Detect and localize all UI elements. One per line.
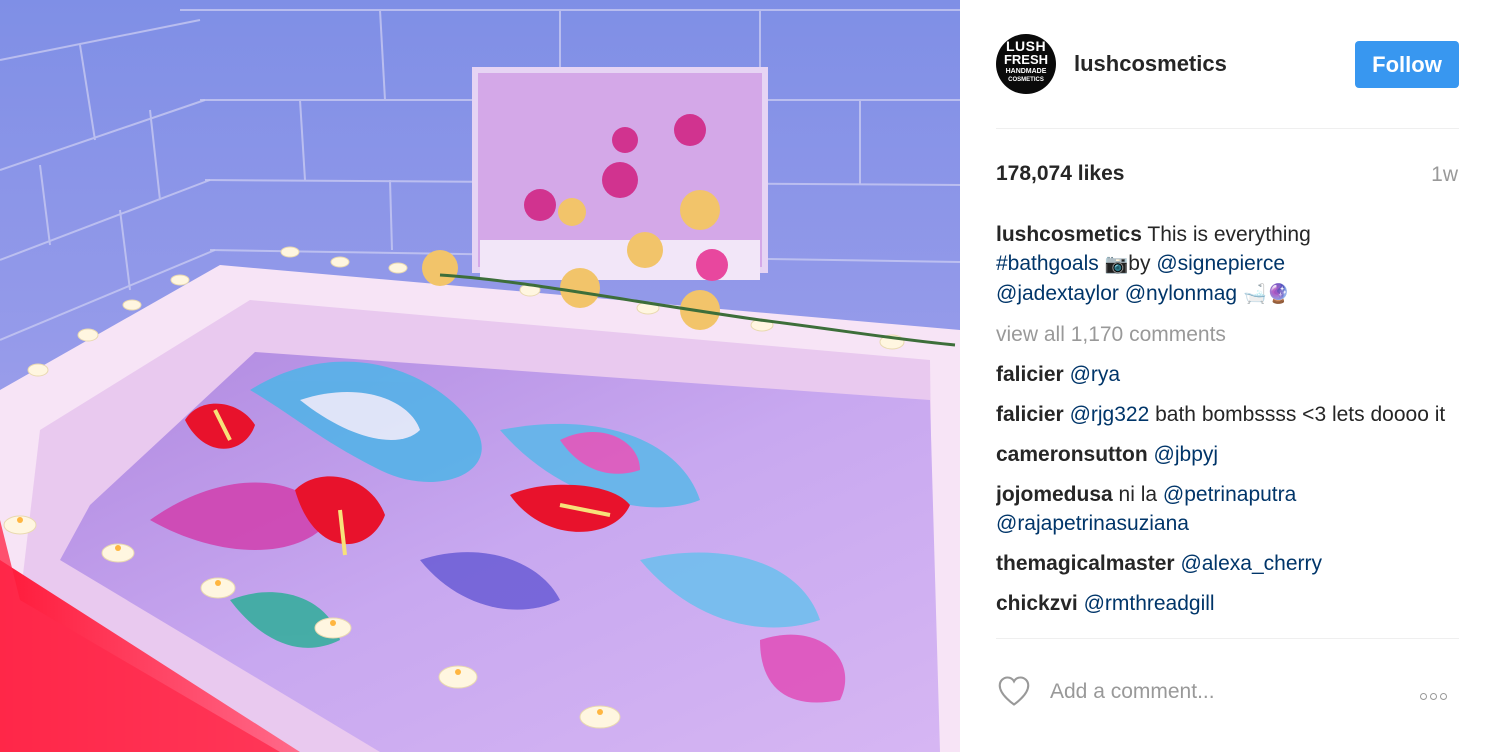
avatar-line-4: COSMETICS	[1008, 77, 1044, 83]
bathtub-illustration	[0, 0, 960, 752]
mention-link[interactable]: @petrinaputra	[1163, 483, 1296, 506]
mention-link[interactable]: @rjg322	[1070, 403, 1150, 426]
post-photo[interactable]	[0, 0, 960, 752]
comment-author[interactable]: falicier	[996, 403, 1064, 426]
comment-text: ni la	[1118, 483, 1158, 506]
comment-item: jojomedusa ni la @petrinaputra @rajapetr…	[996, 480, 1459, 538]
caption: lushcosmetics This is everything #bathgo…	[996, 220, 1459, 309]
caption-text: This is everything	[1147, 223, 1311, 246]
likes-count[interactable]: 178,074 likes	[996, 162, 1124, 186]
comment-item: themagicalmaster @alexa_cherry	[996, 549, 1459, 578]
instagram-post-window: LUSH FRESH HANDMADE COSMETICS lushcosmet…	[0, 0, 1500, 752]
comment-text: bath bombssss <3 lets doooo it	[1155, 403, 1446, 426]
mention-link[interactable]: @nylonmag	[1125, 282, 1237, 305]
comment-author[interactable]: themagicalmaster	[996, 552, 1175, 575]
heart-icon[interactable]	[996, 673, 1032, 709]
follow-button[interactable]: Follow	[1355, 41, 1459, 88]
comment-item: falicier @rjg322 bath bombssss <3 lets d…	[996, 400, 1459, 429]
add-comment-input[interactable]	[1050, 672, 1390, 712]
avatar-line-3: HANDMADE	[1005, 68, 1047, 75]
avatar[interactable]: LUSH FRESH HANDMADE COSMETICS	[996, 34, 1056, 94]
mention-link[interactable]: @rajapetrinasuziana	[996, 512, 1189, 535]
camera-icon: 📷	[1104, 253, 1129, 275]
comment-author[interactable]: chickzvi	[996, 592, 1078, 615]
avatar-line-1: LUSH	[1005, 38, 1047, 54]
divider	[996, 128, 1459, 129]
comment-item: cameronsutton @jbpyj	[996, 440, 1459, 469]
username-link[interactable]: lushcosmetics	[1074, 51, 1227, 77]
caption-by: by	[1128, 252, 1151, 275]
mention-link[interactable]: @signepierce	[1156, 252, 1285, 275]
more-options-icon[interactable]	[1420, 687, 1458, 700]
divider	[996, 638, 1459, 639]
view-all-comments-link[interactable]: view all 1,170 comments	[996, 320, 1459, 349]
post-time[interactable]: 1w	[1431, 163, 1458, 187]
post-details-panel: LUSH FRESH HANDMADE COSMETICS lushcosmet…	[960, 0, 1500, 752]
hashtag-link[interactable]: #bathgoals	[996, 252, 1099, 275]
post-header: LUSH FRESH HANDMADE COSMETICS lushcosmet…	[996, 34, 1459, 94]
avatar-line-2: FRESH	[1003, 52, 1049, 67]
comment-author[interactable]: cameronsutton	[996, 443, 1148, 466]
comment-author[interactable]: falicier	[996, 363, 1064, 386]
comment-author[interactable]: jojomedusa	[996, 483, 1113, 506]
bathtub-crystal-ball-icon: 🛁🔮	[1242, 283, 1291, 305]
mention-link[interactable]: @alexa_cherry	[1180, 552, 1322, 575]
comment-item: falicier @rya	[996, 360, 1459, 389]
mention-link[interactable]: @rya	[1070, 363, 1121, 386]
mention-link[interactable]: @jadextaylor	[996, 282, 1119, 305]
comments-list[interactable]: lushcosmetics This is everything #bathgo…	[996, 220, 1459, 638]
comment-item: chickzvi @rmthreadgill	[996, 589, 1459, 618]
mention-link[interactable]: @jbpyj	[1154, 443, 1219, 466]
caption-author[interactable]: lushcosmetics	[996, 223, 1142, 246]
mention-link[interactable]: @rmthreadgill	[1084, 592, 1215, 615]
